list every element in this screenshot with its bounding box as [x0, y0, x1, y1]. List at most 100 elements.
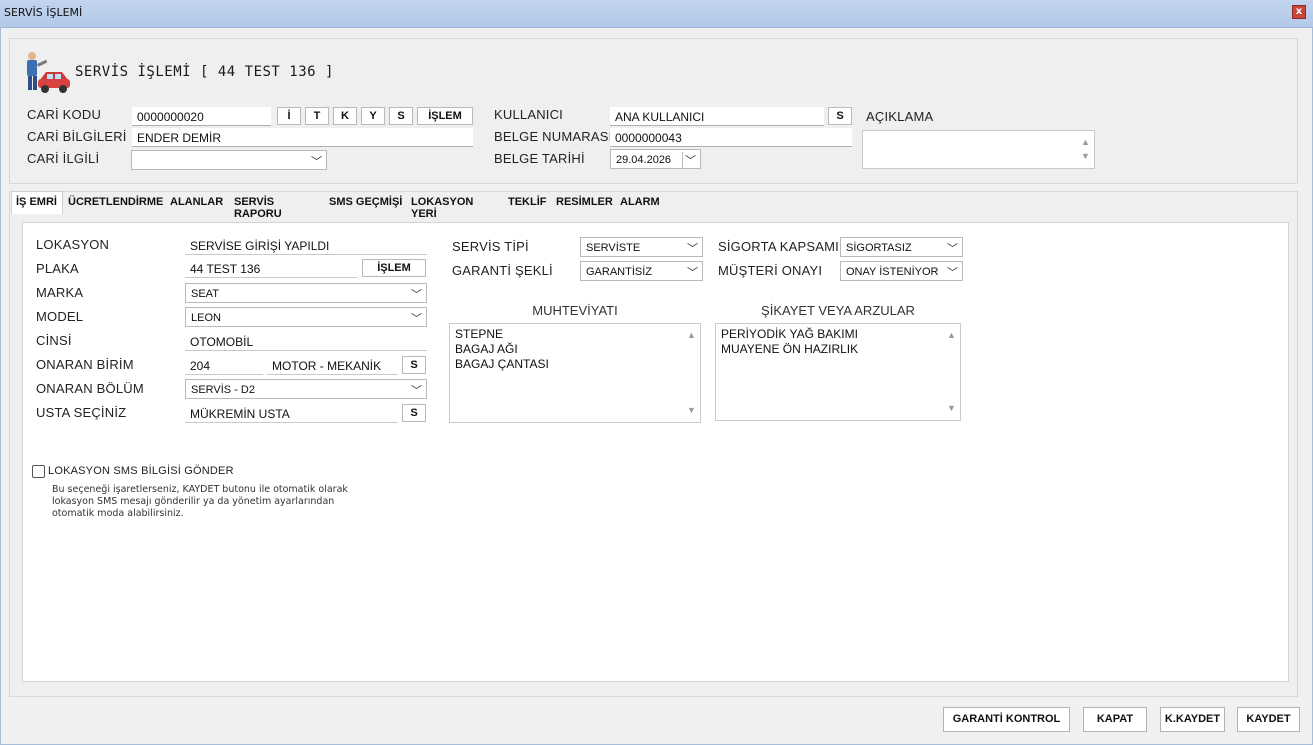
- lokasyon-field[interactable]: SERVİSE GİRİŞİ YAPILDI: [185, 236, 427, 255]
- aciklama-label: AÇIKLAMA: [866, 109, 934, 124]
- chevron-down-icon: ﹀: [411, 289, 422, 301]
- chevron-down-icon: ﹀: [687, 267, 698, 279]
- chevron-down-icon: ﹀: [311, 156, 322, 168]
- aciklama-scrollbar[interactable]: ▲ ▼: [1079, 132, 1093, 167]
- lokasyon-label: LOKASYON: [36, 237, 110, 252]
- calendar-dropdown-icon[interactable]: ﹀: [682, 152, 696, 168]
- sms-checkbox[interactable]: [32, 465, 45, 478]
- kullanici-label: KULLANICI: [494, 107, 563, 122]
- cari-i-button[interactable]: İ: [277, 107, 301, 125]
- tab-lokasyon-yeri[interactable]: LOKASYON YERİ: [407, 192, 501, 220]
- cinsi-field[interactable]: OTOMOBİL: [185, 332, 427, 351]
- musteri-onayi-select[interactable]: ONAY İSTENİYOR ﹀: [840, 261, 963, 281]
- usta-field[interactable]: MÜKREMİN USTA: [185, 404, 398, 423]
- tab-resimler[interactable]: RESİMLER: [552, 192, 614, 213]
- kapat-button[interactable]: KAPAT: [1083, 707, 1147, 732]
- mechanic-car-icon: [27, 52, 70, 93]
- sms-help-line: Bu seçeneği işaretlerseniz, KAYDET buton…: [52, 484, 348, 495]
- scroll-down-icon[interactable]: ▼: [1081, 149, 1090, 164]
- sikayet-line: MUAYENE ÖN HAZIRLIK: [721, 342, 859, 356]
- muhteviyati-line: STEPNE: [455, 327, 504, 341]
- sms-help-line: otomatik moda alabilirsiniz.: [52, 508, 184, 519]
- cari-t-button[interactable]: T: [305, 107, 329, 125]
- muhteviyati-label: MUHTEVİYATI: [532, 303, 618, 318]
- belge-numarasi-label: BELGE NUMARASI: [494, 129, 613, 144]
- chevron-down-icon: ﹀: [947, 267, 958, 279]
- sms-checkbox-label: LOKASYON SMS BİLGİSİ GÖNDER: [48, 465, 234, 477]
- cari-k-button[interactable]: K: [333, 107, 357, 125]
- servis-tipi-select[interactable]: SERVİSTE ﹀: [580, 237, 703, 257]
- k-kaydet-button[interactable]: K.KAYDET: [1160, 707, 1225, 732]
- onaran-bolum-value: SERVİS - D2: [191, 384, 255, 396]
- tab-alanlar[interactable]: ALANLAR: [166, 192, 228, 213]
- sigorta-kapsami-select[interactable]: SİGORTASIZ ﹀: [840, 237, 963, 257]
- scroll-up-icon[interactable]: ▲: [687, 328, 696, 343]
- window-title: SERVİS İŞLEMİ: [4, 6, 83, 19]
- onaran-birim-code-field[interactable]: 204: [185, 356, 263, 375]
- sikayet-scrollbar[interactable]: ▲ ▼: [945, 325, 959, 419]
- marka-select[interactable]: SEAT ﹀: [185, 283, 427, 303]
- cari-bilgileri-field[interactable]: ENDER DEMİR: [132, 128, 473, 147]
- cari-ilgili-label: CARİ İLGİLİ: [27, 151, 100, 166]
- sikayet-textarea[interactable]: PERİYODİK YAĞ BAKIMI MUAYENE ÖN HAZIRLIK…: [715, 323, 961, 421]
- belge-numarasi-field[interactable]: 0000000043: [610, 128, 852, 147]
- cari-ilgili-select[interactable]: ﹀: [131, 150, 327, 170]
- servis-tipi-value: SERVİSTE: [586, 242, 641, 254]
- kullanici-s-button[interactable]: S: [828, 107, 852, 125]
- chevron-down-icon: ﹀: [687, 243, 698, 255]
- plaka-label: PLAKA: [36, 261, 79, 276]
- kullanici-field[interactable]: ANA KULLANICI: [610, 107, 824, 126]
- cari-kodu-label: CARİ KODU: [27, 107, 102, 122]
- model-select[interactable]: LEON ﹀: [185, 307, 427, 327]
- chevron-down-icon: ﹀: [947, 243, 958, 255]
- tab-ucretlendirme[interactable]: ÜCRETLENDİRME: [64, 192, 163, 213]
- scroll-up-icon[interactable]: ▲: [1081, 135, 1090, 150]
- plaka-islem-button[interactable]: İŞLEM: [362, 259, 426, 277]
- marka-value: SEAT: [191, 288, 219, 300]
- scroll-down-icon[interactable]: ▼: [947, 401, 956, 416]
- scroll-down-icon[interactable]: ▼: [687, 403, 696, 418]
- musteri-onayi-label: MÜŞTERİ ONAYI: [718, 263, 823, 278]
- muhteviyati-textarea[interactable]: STEPNE BAGAJ AĞI BAGAJ ÇANTASI ▲ ▼: [449, 323, 701, 423]
- garanti-sekli-select[interactable]: GARANTİSİZ ﹀: [580, 261, 703, 281]
- muhteviyati-line: BAGAJ AĞI: [455, 342, 518, 356]
- belge-tarihi-label: BELGE TARİHİ: [494, 151, 585, 166]
- onaran-bolum-label: ONARAN BÖLÜM: [36, 381, 144, 396]
- sms-help-text: Bu seçeneği işaretlerseniz, KAYDET buton…: [52, 484, 348, 520]
- garanti-sekli-label: GARANTİ ŞEKLİ: [452, 263, 553, 278]
- cari-bilgileri-label: CARİ BİLGİLERİ: [27, 129, 127, 144]
- onaran-birim-s-button[interactable]: S: [402, 356, 426, 374]
- onaran-birim-label: ONARAN BİRİM: [36, 357, 134, 372]
- sms-help-line: lokasyon SMS mesajı gönderilir ya da yön…: [52, 496, 335, 507]
- title-bar: SERVİS İŞLEMİ x: [0, 0, 1313, 28]
- tab-sms-gecmisi[interactable]: SMS GEÇMİŞİ: [325, 192, 407, 213]
- tab-servis-raporu[interactable]: SERVİS RAPORU: [230, 192, 322, 220]
- tab-teklif[interactable]: TEKLİF: [504, 192, 548, 213]
- belge-tarihi-datepicker[interactable]: 29.04.2026 ﹀: [610, 149, 701, 169]
- chevron-down-icon: ﹀: [411, 385, 422, 397]
- cari-kodu-field[interactable]: 0000000020: [132, 107, 271, 126]
- plaka-field[interactable]: 44 TEST 136: [185, 259, 357, 278]
- muhteviyati-scrollbar[interactable]: ▲ ▼: [685, 325, 699, 421]
- sigorta-kapsami-label: SİGORTA KAPSAMI: [718, 239, 839, 254]
- muhteviyati-line: BAGAJ ÇANTASI: [455, 357, 549, 371]
- cari-y-button[interactable]: Y: [361, 107, 385, 125]
- chevron-down-icon: ﹀: [411, 313, 422, 325]
- tab-is-emri[interactable]: İŞ EMRİ: [11, 191, 63, 214]
- cari-s-button[interactable]: S: [389, 107, 413, 125]
- page-title: SERVİS İŞLEMİ [ 44 TEST 136 ]: [75, 64, 334, 80]
- usta-s-button[interactable]: S: [402, 404, 426, 422]
- usta-label: USTA SEÇİNİZ: [36, 405, 127, 420]
- garanti-kontrol-button[interactable]: GARANTİ KONTROL: [943, 707, 1070, 732]
- kaydet-button[interactable]: KAYDET: [1237, 707, 1300, 732]
- aciklama-textarea[interactable]: ▲ ▼: [862, 130, 1095, 169]
- marka-label: MARKA: [36, 285, 84, 300]
- onaran-bolum-select[interactable]: SERVİS - D2 ﹀: [185, 379, 427, 399]
- sikayet-label: ŞİKAYET VEYA ARZULAR: [761, 303, 915, 318]
- onaran-birim-name-field[interactable]: MOTOR - MEKANİK: [267, 356, 398, 375]
- scroll-up-icon[interactable]: ▲: [947, 328, 956, 343]
- close-button[interactable]: x: [1292, 5, 1306, 19]
- tab-alarm[interactable]: ALARM: [616, 192, 668, 213]
- cari-islem-button[interactable]: İŞLEM: [417, 107, 473, 125]
- musteri-onayi-value: ONAY İSTENİYOR: [846, 266, 939, 278]
